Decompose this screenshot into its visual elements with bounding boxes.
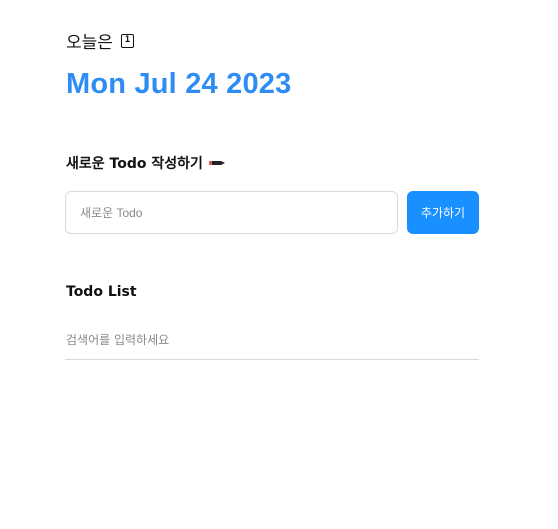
search-input[interactable] [65,321,479,360]
todo-editor-title: 새로운 Todo 작성하기 [66,153,225,173]
todo-app: 오늘은 1 Mon Jul 24 2023 새로운 Todo 작성하기 추가하기… [0,0,558,529]
todo-editor-title-label: 새로운 Todo 작성하기 [66,156,203,172]
today-label: 오늘은 [66,33,113,53]
today-heading: 오늘은 1 [66,28,134,53]
add-todo-button[interactable]: 추가하기 [407,191,479,234]
current-date: Mon Jul 24 2023 [66,68,292,100]
todo-list-title: Todo List [66,284,137,300]
pencil-icon [208,161,225,165]
new-todo-input[interactable] [65,191,398,234]
calendar-icon: 1 [120,33,134,48]
